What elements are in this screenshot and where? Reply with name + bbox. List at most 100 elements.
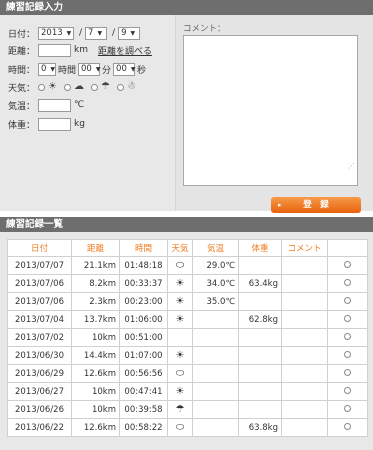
minutes-select[interactable]: 00 ▼ — [78, 62, 101, 76]
chevron-down-icon: ▼ — [130, 65, 136, 73]
row-select-radio[interactable] — [344, 278, 351, 286]
day-select[interactable]: 9 ▼ — [118, 26, 141, 40]
cell-weather: ☂ — [167, 400, 193, 419]
weather-radio-sunny[interactable] — [38, 83, 45, 91]
chevron-down-icon: ▼ — [97, 29, 103, 37]
cell-weather: ⬭ — [167, 364, 193, 383]
row-select-radio[interactable] — [344, 260, 351, 268]
cell-distance: 10km — [71, 400, 120, 419]
weather-radio-cloudy[interactable] — [63, 83, 71, 91]
month-select[interactable]: 7 ▼ — [85, 26, 108, 40]
weather-radio-snow[interactable] — [116, 83, 124, 91]
cell-distance: 10km — [71, 382, 120, 401]
sunny-icon: ☀ — [48, 81, 57, 92]
temperature-input[interactable] — [38, 98, 71, 112]
year-select[interactable]: 2013 ▼ — [38, 26, 74, 40]
cell-time: 00:51:00 — [119, 328, 168, 347]
cloudy-icon: ☁ — [73, 81, 84, 92]
cell-time: 00:58:22 — [119, 418, 168, 437]
temperature-label: 気温： — [8, 101, 36, 112]
table-row: 2013/06/22 12.6km 00:58:22 ⬭ 63.8kg — [7, 418, 368, 437]
record-input-form: 日付： 2013 ▼ / 7 ▼ / 9 ▼ 距離： km 距離を調べる 時間： 0 ▼… — [0, 15, 373, 213]
col-header-weight: 体重 — [238, 239, 282, 257]
col-header-distance: 距離 — [71, 239, 120, 257]
arrow-right-icon: ▸ — [278, 201, 282, 209]
date-separator: / — [112, 28, 116, 38]
cell-weather: ☀ — [167, 346, 193, 365]
chevron-down-icon: ▼ — [50, 65, 56, 73]
comment-label: コメント： — [183, 24, 226, 34]
row-select-radio[interactable] — [344, 386, 351, 394]
cell-temperature: 29.0℃ — [192, 256, 239, 275]
weather-radio-rain[interactable] — [90, 83, 98, 91]
row-select-radio[interactable] — [344, 350, 351, 358]
cell-time: 01:06:00 — [119, 310, 168, 329]
register-button-label: 登 録 — [303, 200, 329, 210]
row-select-radio[interactable] — [344, 314, 351, 322]
year-value: 2013 — [41, 28, 63, 38]
cell-temperature — [192, 346, 239, 365]
date-row: 日付： 2013 ▼ / 7 ▼ / 9 ▼ — [8, 25, 142, 41]
cell-distance: 12.6km — [71, 418, 120, 437]
cell-distance: 12.6km — [71, 364, 120, 383]
cell-temperature — [192, 364, 239, 383]
cell-date: 2013/06/27 — [7, 382, 72, 401]
cell-select — [327, 382, 368, 401]
distance-lookup-link[interactable]: 距離を調べる — [98, 44, 152, 57]
minutes-unit: 分 — [102, 65, 112, 76]
row-select-radio[interactable] — [344, 404, 351, 412]
cell-weight — [238, 256, 282, 275]
table-row: 2013/07/06 2.3km 00:23:00 ☀ 35.0℃ — [7, 292, 368, 311]
weather-label: 天気： — [8, 83, 36, 94]
cell-temperature: 34.0℃ — [192, 274, 239, 293]
cell-comment — [281, 346, 328, 365]
cell-weight — [238, 292, 282, 311]
weight-input[interactable] — [38, 117, 71, 131]
cell-date: 2013/06/22 — [7, 418, 72, 437]
distance-unit: km — [74, 45, 88, 55]
register-button[interactable]: ▸ 登 録 — [271, 197, 361, 213]
cell-date: 2013/07/06 — [7, 292, 72, 311]
row-select-radio[interactable] — [344, 332, 351, 340]
cell-temperature — [192, 400, 239, 419]
comment-textarea[interactable] — [183, 35, 358, 186]
row-select-radio[interactable] — [344, 422, 351, 430]
cell-weight — [238, 400, 282, 419]
hours-select[interactable]: 0 ▼ — [38, 62, 56, 76]
row-select-radio[interactable] — [344, 296, 351, 304]
cell-weather: ⬭ — [167, 256, 193, 275]
cell-select — [327, 418, 368, 437]
cell-time: 01:48:18 — [119, 256, 168, 275]
cell-weight: 63.4kg — [238, 274, 282, 293]
chevron-down-icon: ▼ — [95, 65, 101, 73]
cell-select — [327, 400, 368, 419]
time-label: 時間： — [8, 65, 36, 76]
cell-date: 2013/06/30 — [7, 346, 72, 365]
cell-select — [327, 292, 368, 311]
table-row: 2013/06/30 14.4km 01:07:00 ☀ — [7, 346, 368, 365]
weight-unit: kg — [74, 119, 85, 129]
cell-select — [327, 364, 368, 383]
row-select-radio[interactable] — [344, 368, 351, 376]
minutes-value: 00 — [81, 64, 92, 74]
cell-select — [327, 328, 368, 347]
cell-weather: ☀ — [167, 274, 193, 293]
cell-distance: 8.2km — [71, 274, 120, 293]
col-header-time: 時間 — [119, 239, 168, 257]
distance-input[interactable] — [38, 43, 71, 57]
form-panel-title: 練習記録入力 — [0, 0, 373, 15]
cell-select — [327, 310, 368, 329]
seconds-select[interactable]: 00 ▼ — [113, 62, 136, 76]
table-header-row: 日付 距離 時間 天気 気温 体重 コメント — [7, 239, 368, 257]
month-value: 7 — [88, 28, 94, 38]
cell-date: 2013/07/06 — [7, 274, 72, 293]
hours-value: 0 — [41, 64, 47, 74]
temperature-unit: ℃ — [74, 100, 85, 110]
cell-comment — [281, 274, 328, 293]
cell-date: 2013/06/26 — [7, 400, 72, 419]
cell-weight — [238, 382, 282, 401]
cell-weight: 62.8kg — [238, 310, 282, 329]
table-row: 2013/06/26 10km 00:39:58 ☂ — [7, 400, 368, 419]
weather-row: 天気： ☀ ☁ ☂ ☃ — [8, 79, 143, 95]
col-header-weather: 天気 — [167, 239, 193, 257]
